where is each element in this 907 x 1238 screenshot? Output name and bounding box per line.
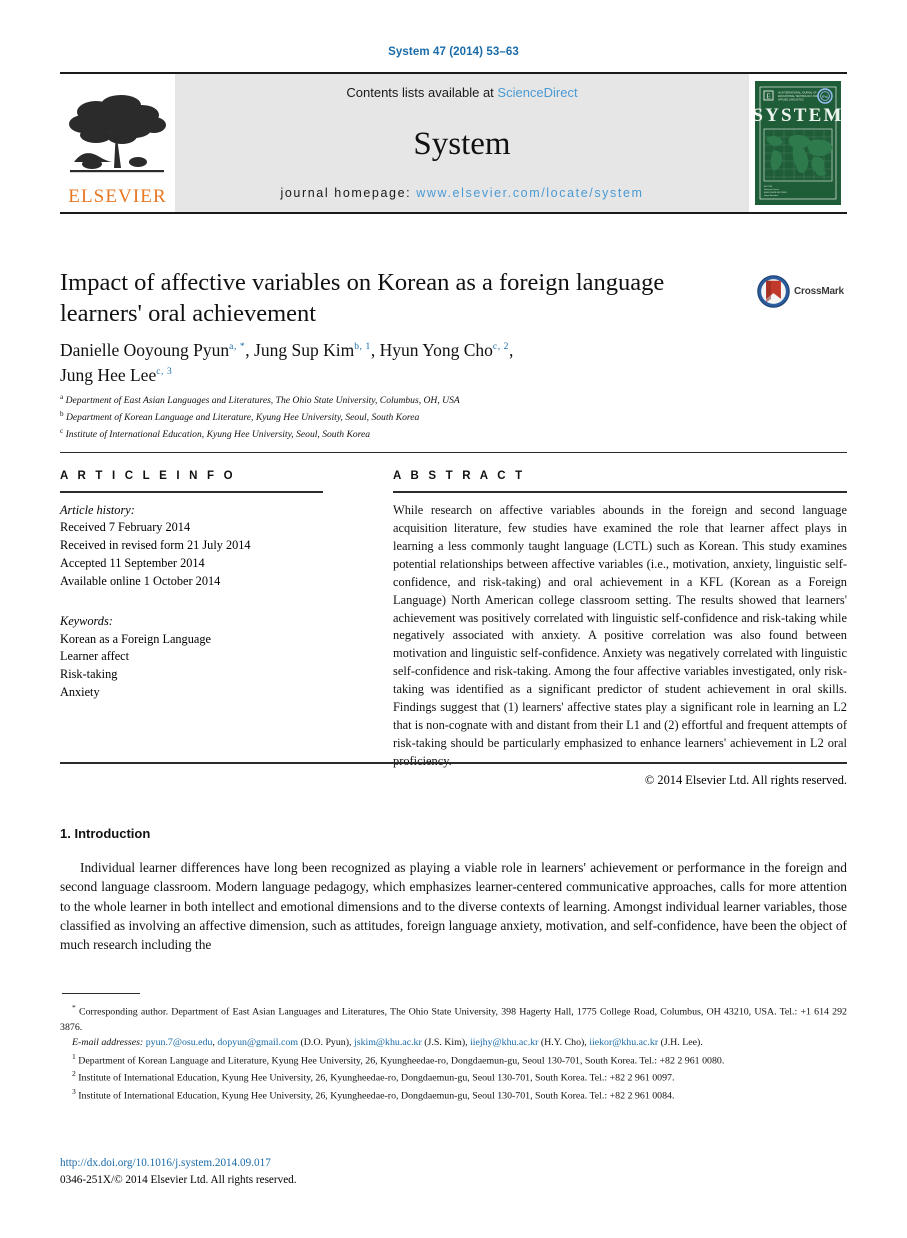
- article-info-column: A R T I C L E I N F O Article history: R…: [60, 470, 323, 702]
- journal-masthead: ELSEVIER Contents lists available at Sci…: [60, 72, 847, 214]
- elsevier-tree-icon: [68, 95, 166, 173]
- email-link[interactable]: jskim@khu.ac.kr: [354, 1037, 422, 1048]
- footnote-1: 1 Department of Korean Language and Lite…: [60, 1051, 847, 1069]
- article-info-heading: A R T I C L E I N F O: [60, 470, 236, 482]
- author-affil-marker: a, *: [229, 342, 246, 353]
- crossmark-label: CrossMark: [794, 285, 844, 297]
- affiliation-text: Department of Korean Language and Litera…: [66, 411, 420, 423]
- article-history-item: Received in revised form 21 July 2014: [60, 538, 251, 553]
- paper-page: System 47 (2014) 53–63 ELSEVIER Contents…: [0, 0, 907, 1238]
- email-link[interactable]: iiekor@khu.ac.kr: [589, 1037, 658, 1048]
- journal-cover-thumbnail: E AN INTERNATIONAL JOURNAL OF EDUCATIONA…: [749, 74, 847, 212]
- journal-cover-image: E AN INTERNATIONAL JOURNAL OF EDUCATIONA…: [755, 81, 841, 205]
- introduction-heading: 1. Introduction: [60, 826, 151, 841]
- keywords-label: Keywords:: [60, 613, 113, 628]
- author-name: Danielle Ooyoung Pyun: [60, 340, 230, 360]
- running-head: System 47 (2014) 53–63: [388, 46, 519, 58]
- article-history-label: Article history:: [60, 502, 135, 517]
- masthead-center: Contents lists available at ScienceDirec…: [175, 74, 749, 212]
- email-link[interactable]: pyun.7@osu.edu: [146, 1037, 213, 1048]
- journal-title: System: [413, 126, 511, 162]
- keywords-block: Keywords: Korean as a Foreign Language L…: [60, 613, 323, 702]
- affiliation-text: Institute of International Education, Ky…: [65, 428, 371, 440]
- footnote-marker-1: 1: [72, 1051, 76, 1061]
- svg-text:Hayo Reinders: Hayo Reinders: [764, 194, 779, 197]
- email-link[interactable]: dopyun@gmail.com: [217, 1037, 298, 1048]
- author-affil-marker: c, 3: [156, 367, 173, 378]
- author-list: Danielle Ooyoung Pyuna, *, Jung Sup Kimb…: [60, 340, 514, 385]
- footnote-corresponding-author: * Corresponding author. Department of Ea…: [60, 1002, 847, 1035]
- email-sep: (H.Y. Cho),: [538, 1037, 590, 1049]
- footnote-marker-3: 3: [72, 1087, 76, 1097]
- keyword-item: Risk-taking: [60, 667, 118, 682]
- article-history-item: Accepted 11 September 2014: [60, 556, 205, 571]
- elsevier-wordmark: ELSEVIER: [68, 186, 167, 207]
- introduction-paragraph: Individual learner differences have long…: [60, 860, 847, 953]
- contents-available-line: Contents lists available at ScienceDirec…: [346, 85, 577, 100]
- footnote-3: 3 Institute of International Education, …: [60, 1086, 847, 1104]
- affiliation-list: a Department of East Asian Languages and…: [60, 392, 840, 442]
- keyword-item: Anxiety: [60, 685, 100, 700]
- footnote-text: Corresponding author. Department of East…: [60, 1006, 847, 1033]
- author-name: Jung Sup Kim: [254, 340, 355, 360]
- abstract-copyright: © 2014 Elsevier Ltd. All rights reserved…: [644, 773, 847, 788]
- svg-text:IPrA: IPrA: [822, 95, 829, 99]
- affiliation-text: Department of East Asian Languages and L…: [65, 395, 460, 407]
- article-info-rule: [60, 491, 323, 493]
- article-history-item: Available online 1 October 2014: [60, 573, 221, 588]
- footnote-2: 2 Institute of International Education, …: [60, 1068, 847, 1086]
- article-history-item: Received 7 February 2014: [60, 520, 191, 535]
- journal-cover-art: E AN INTERNATIONAL JOURNAL OF EDUCATIONA…: [755, 81, 841, 205]
- footer-block: http://dx.doi.org/10.1016/j.system.2014.…: [60, 1155, 847, 1189]
- info-section-bottom-rule: [60, 762, 847, 764]
- author-name: Hyun Yong Cho: [379, 340, 493, 360]
- elsevier-logo: ELSEVIER: [60, 74, 175, 212]
- footnote-separator: [62, 993, 140, 995]
- issn-copyright-line: 0346-251X/© 2014 Elsevier Ltd. All right…: [60, 1173, 297, 1186]
- svg-text:E: E: [766, 93, 770, 101]
- author-affil-marker: b, 1: [354, 342, 371, 353]
- email-link[interactable]: iiejhy@khu.ac.kr: [470, 1037, 538, 1048]
- keyword-item: Learner affect: [60, 649, 130, 664]
- svg-text:SYSTEM: SYSTEM: [755, 105, 841, 126]
- sciencedirect-link[interactable]: ScienceDirect: [497, 85, 577, 100]
- svg-text:Norman Davies: Norman Davies: [764, 188, 780, 191]
- crossmark-badge[interactable]: CrossMark: [757, 270, 849, 312]
- affiliation-item: b Department of Korean Language and Lite…: [60, 409, 840, 426]
- author-name: Jung Hee Lee: [60, 364, 157, 385]
- footnote-text: Institute of International Education, Ky…: [78, 1090, 675, 1102]
- footnote-text: Department of Korean Language and Litera…: [78, 1054, 725, 1066]
- footnote-marker-2: 2: [72, 1069, 76, 1079]
- keyword-item: Korean as a Foreign Language: [60, 631, 211, 646]
- journal-homepage-line: journal homepage: www.elsevier.com/locat…: [280, 186, 643, 200]
- email-sep: (D.O. Pyun),: [298, 1037, 354, 1049]
- affiliation-marker: c: [60, 426, 64, 435]
- abstract-column: A B S T R A C T While research on affect…: [393, 470, 847, 790]
- abstract-text: While research on affective variables ab…: [393, 502, 847, 769]
- contents-prefix: Contents lists available at: [346, 85, 498, 100]
- affiliation-marker: b: [60, 409, 64, 418]
- abstract-heading: A B S T R A C T: [393, 470, 526, 482]
- page-title: Impact of affective variables on Korean …: [60, 269, 665, 327]
- author-affil-marker: c, 2: [492, 342, 510, 353]
- crossmark-icon: [757, 274, 790, 308]
- abstract-rule: [393, 491, 847, 493]
- doi-link[interactable]: http://dx.doi.org/10.1016/j.system.2014.…: [60, 1155, 847, 1172]
- footnote-marker-star: *: [72, 1003, 76, 1012]
- info-section-top-rule: [60, 452, 847, 453]
- homepage-url-link[interactable]: www.elsevier.com/locate/system: [416, 186, 643, 200]
- email-addresses-label: E-mail addresses:: [72, 1037, 144, 1049]
- svg-text:ASSOCIATE EDITORS: ASSOCIATE EDITORS: [764, 191, 787, 194]
- email-sep: (J.S. Kim),: [421, 1037, 471, 1049]
- homepage-label: journal homepage:: [280, 186, 412, 200]
- footnote-text: Institute of International Education, Ky…: [78, 1072, 675, 1084]
- svg-text:APPLIED LINGUISTICS: APPLIED LINGUISTICS: [778, 99, 804, 102]
- svg-text:EDITOR: EDITOR: [764, 186, 773, 188]
- affiliation-item: c Institute of International Education, …: [60, 426, 840, 443]
- footnote-emails: E-mail addresses: pyun.7@osu.edu, dopyun…: [60, 1035, 847, 1050]
- footnote-block: * Corresponding author. Department of Ea…: [60, 1002, 847, 1104]
- affiliation-marker: a: [60, 393, 64, 401]
- email-sep: (J.H. Lee).: [658, 1037, 703, 1049]
- affiliation-item: a Department of East Asian Languages and…: [60, 392, 840, 409]
